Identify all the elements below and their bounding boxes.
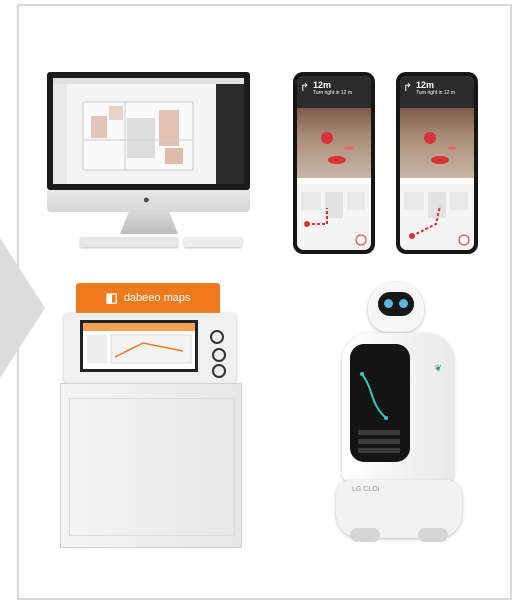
kiosk-brand: dabeeo maps <box>123 292 191 304</box>
phone-left-screen: ↱ 12m Turn right in 12 m <box>297 76 371 250</box>
phone-left: ↱ 12m Turn right in 12 m <box>293 72 375 254</box>
kiosk-button-1[interactable] <box>210 330 224 344</box>
kiosk-button-2[interactable] <box>212 348 226 362</box>
ar-route-overlay <box>321 132 354 164</box>
mini-map[interactable] <box>400 184 474 250</box>
kiosk-touchscreen[interactable] <box>80 320 198 372</box>
ar-route-overlay <box>424 132 457 164</box>
nav-instruction: Turn right in 12 m <box>313 90 352 96</box>
turn-right-arrow-icon: ↱ <box>300 82 310 94</box>
robot-right-eye <box>399 299 408 308</box>
robot-wheel-left <box>350 528 380 542</box>
robot-wheel-right <box>418 528 448 542</box>
leaf-logo-icon: ❦ <box>434 363 442 373</box>
nav-distance: 12m <box>416 80 435 90</box>
imac-display <box>47 72 250 190</box>
phone-right: ↱ 12m Turn right in 12 m <box>396 72 478 254</box>
nav-banner: ↱ 12m Turn right in 12 m <box>400 76 474 108</box>
turn-right-arrow-icon: ↱ <box>403 82 413 94</box>
robot-face <box>378 292 414 316</box>
trackpad <box>184 237 242 247</box>
kiosk-cabinet <box>60 383 242 548</box>
indoor-map-route <box>404 192 470 246</box>
robot-left-eye <box>384 299 393 308</box>
apple-icon: ● <box>143 194 150 206</box>
imac-chin: ● <box>47 190 250 212</box>
mini-map[interactable] <box>297 184 371 250</box>
robot-map-ui <box>358 372 400 453</box>
nav-banner: ↱ 12m Turn right in 12 m <box>297 76 371 108</box>
kiosk-button-3[interactable] <box>212 364 226 378</box>
kiosk-panel <box>69 398 235 536</box>
robot-model-label: LG CLOi <box>352 486 380 493</box>
kiosk-map-ui <box>83 323 195 364</box>
robot-touchscreen[interactable] <box>350 344 410 462</box>
ar-camera-view <box>400 108 474 178</box>
editor-properties-panel <box>216 84 244 184</box>
floorplan-drawing <box>82 101 194 171</box>
editor-left-rail <box>53 84 67 184</box>
dabeeo-logo-icon: ◧ <box>105 290 118 305</box>
ar-camera-view <box>297 108 371 178</box>
kiosk-sign: ◧ dabeeo maps <box>76 283 220 313</box>
keyboard <box>80 237 178 247</box>
nav-instruction: Turn right in 12 m <box>416 90 455 96</box>
nav-distance: 12m <box>313 80 332 90</box>
left-arrow-decoration <box>0 238 45 378</box>
map-editor-screen <box>53 78 244 184</box>
phone-right-screen: ↱ 12m Turn right in 12 m <box>400 76 474 250</box>
indoor-map-route <box>301 192 367 246</box>
imac-stand <box>120 212 178 234</box>
